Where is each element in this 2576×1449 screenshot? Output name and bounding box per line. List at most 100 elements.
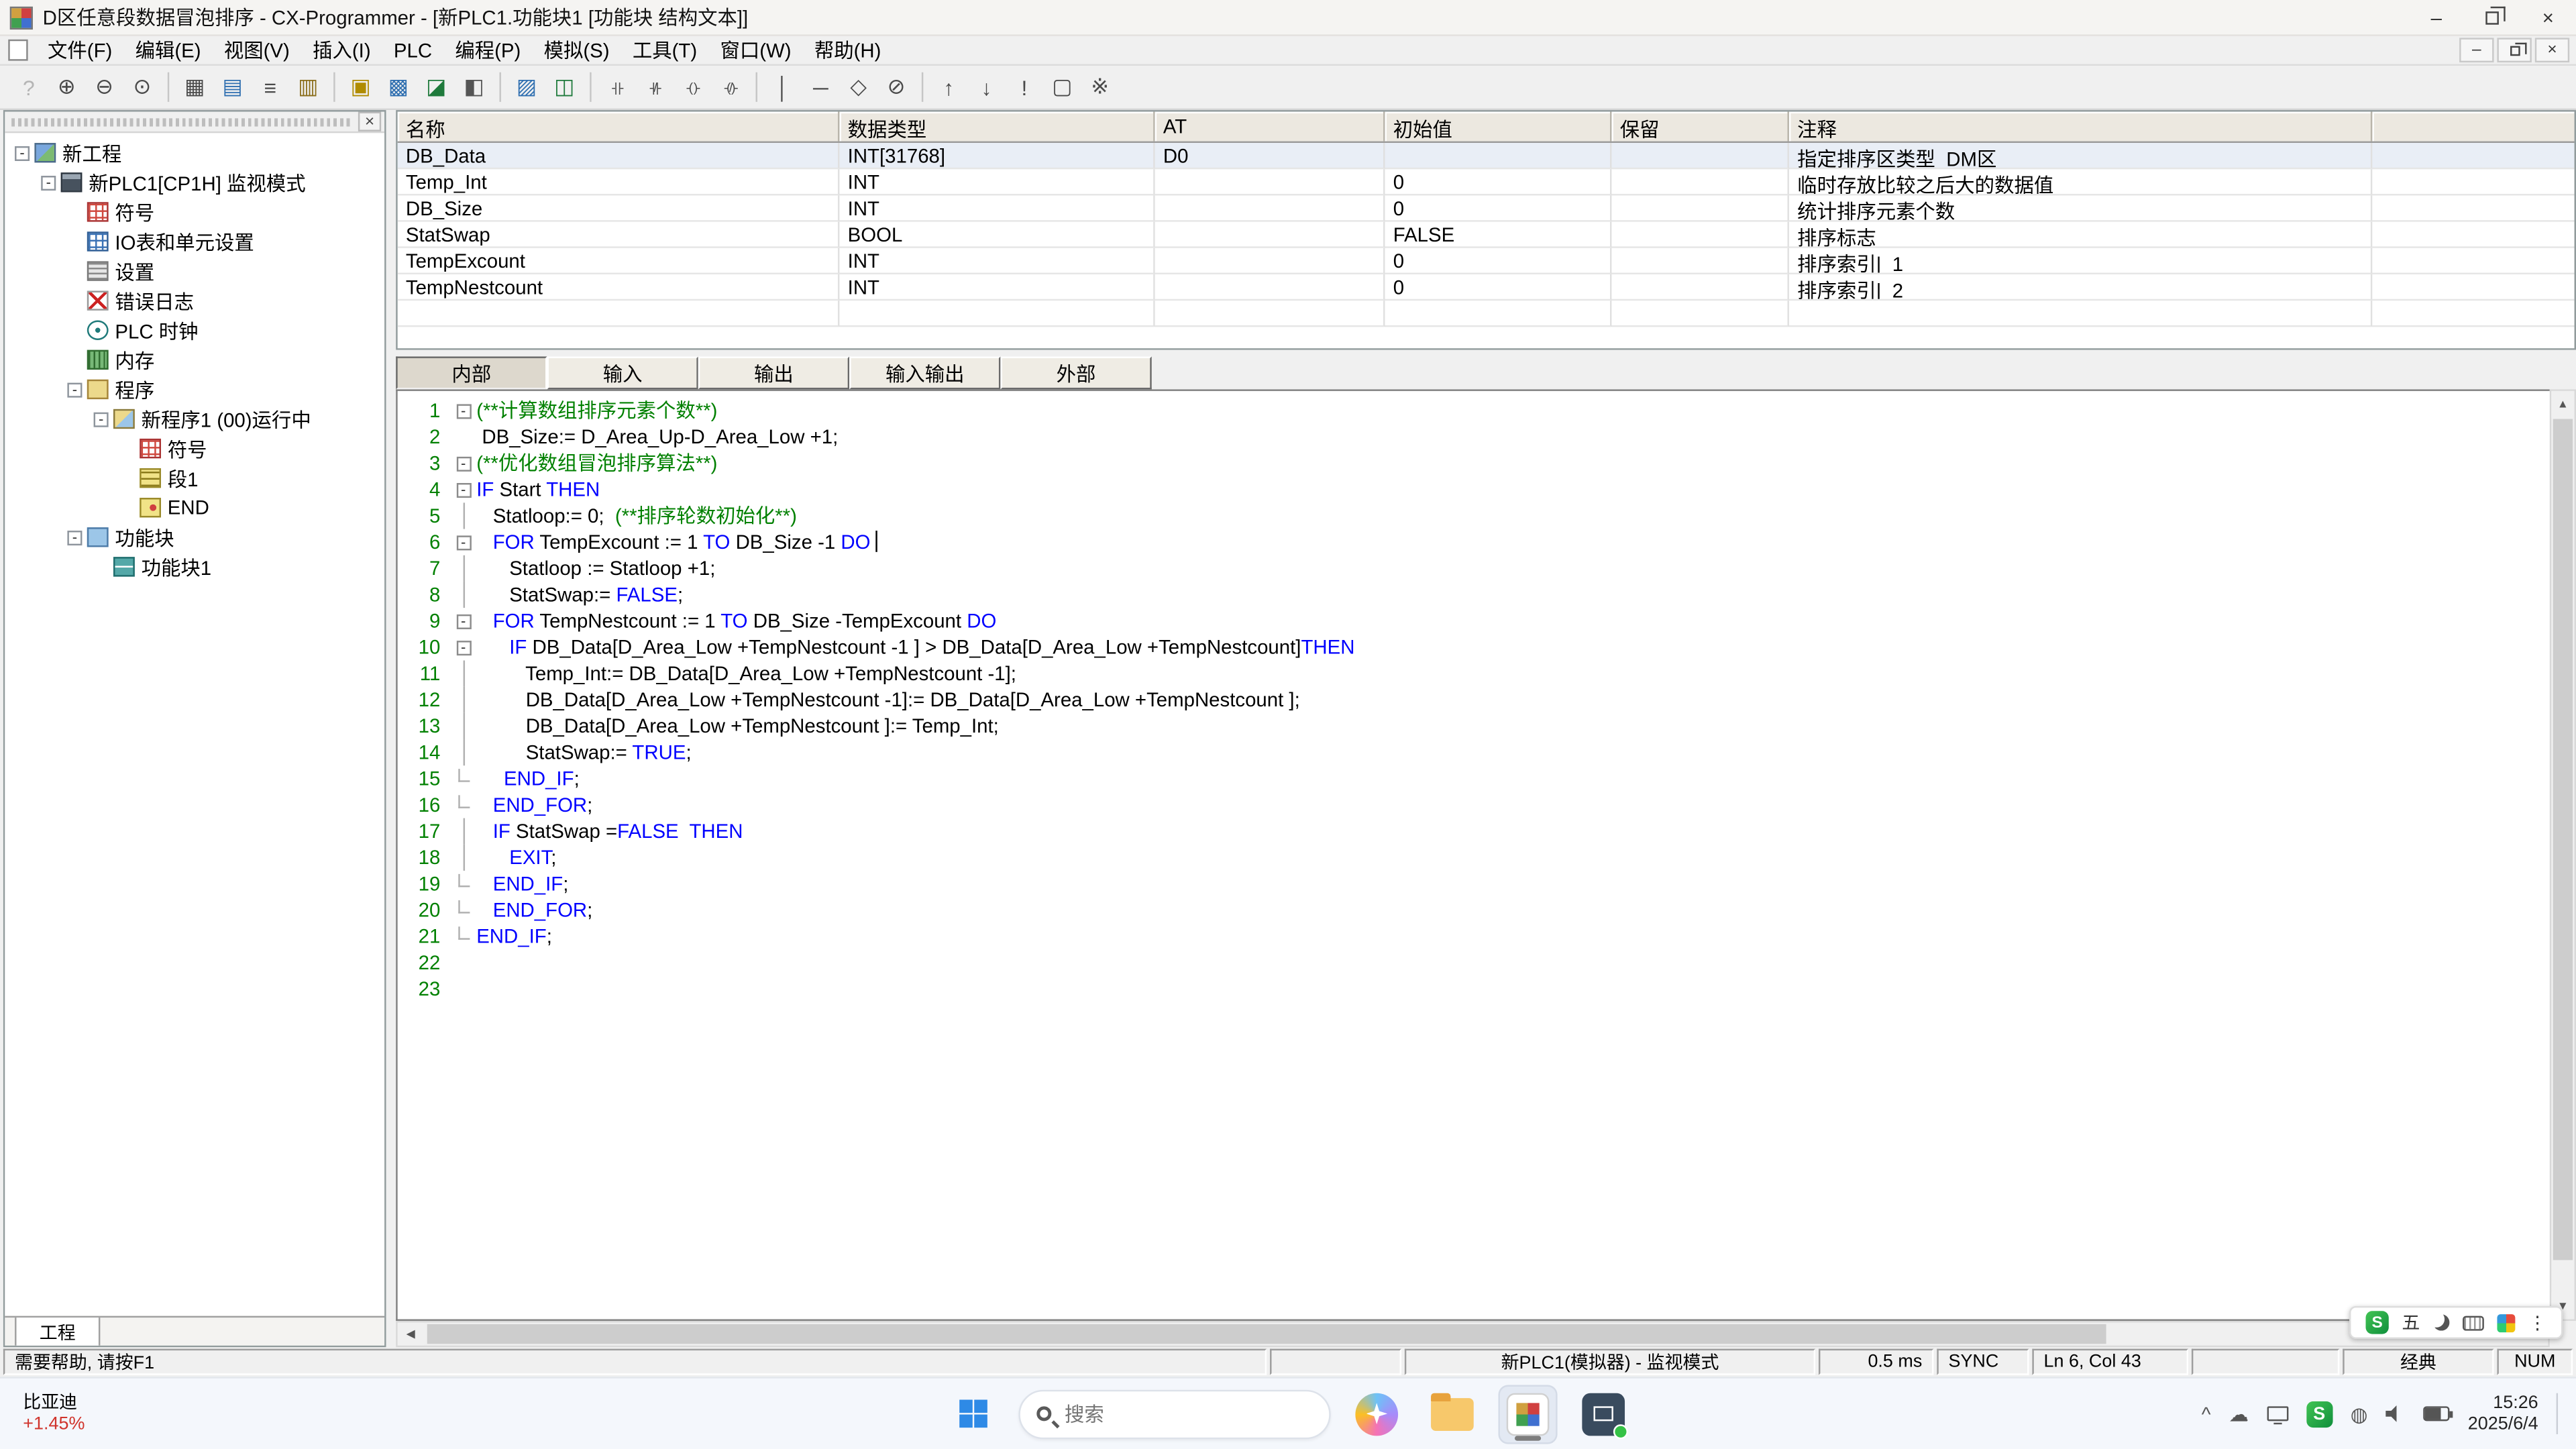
cell[interactable] [1155, 274, 1385, 301]
new-coil-icon[interactable]: -( )- [674, 69, 711, 105]
start-button[interactable] [943, 1384, 1002, 1443]
table-row[interactable]: Temp_IntINT0临时存放比较之后大的数据值 [398, 169, 2575, 195]
taskbar-clock[interactable]: 15:26 2025/6/4 [2468, 1393, 2538, 1436]
cell[interactable]: Temp_Int [398, 169, 840, 195]
fold-collapse-icon[interactable]: - [456, 614, 471, 629]
panel-grip[interactable]: × [5, 112, 384, 133]
tree-item-program1[interactable]: -新程序1 (00)运行中 [5, 404, 384, 433]
code-line-5[interactable]: 5 Statloop:= 0; (**排序轮数初始化**) [398, 502, 2550, 529]
column-header-AT[interactable]: AT [1155, 112, 1385, 142]
vertical-scrollbar[interactable]: ▲ ▼ [2550, 389, 2576, 1321]
code-line-18[interactable]: 18 EXIT; [398, 845, 2550, 871]
fold-collapse-icon[interactable]: - [456, 456, 471, 471]
show-desktop-button[interactable] [2557, 1393, 2563, 1435]
network-globe-icon[interactable]: ◍ [2351, 1402, 2368, 1425]
rung-number-icon[interactable]: ▥ [289, 69, 327, 105]
cell[interactable] [839, 301, 1155, 327]
keyboard-icon[interactable] [2463, 1315, 2484, 1330]
new-horizontal-line-icon[interactable]: ─ [802, 69, 839, 105]
tab-内部[interactable]: 内部 [396, 356, 547, 389]
fold-collapse-icon[interactable]: - [456, 535, 471, 549]
tree-item-end[interactable]: END [5, 493, 384, 523]
scroll-left-icon[interactable]: ◀ [398, 1322, 424, 1345]
expander-icon[interactable]: - [41, 175, 56, 190]
fold-margin[interactable]: - [450, 634, 476, 660]
menu-窗口(W)[interactable]: 窗口(W) [708, 34, 802, 66]
input-mode-wubi-label[interactable]: 五 [2402, 1309, 2420, 1336]
cell[interactable]: INT [839, 274, 1155, 301]
cell[interactable]: 0 [1385, 169, 1611, 195]
fold-collapse-icon[interactable]: - [456, 640, 471, 655]
cell[interactable] [1155, 195, 1385, 221]
cell[interactable]: BOOL [839, 222, 1155, 248]
cell[interactable] [1611, 143, 1788, 169]
cell[interactable] [398, 301, 840, 327]
cell[interactable] [1611, 169, 1788, 195]
more-options-icon[interactable]: ⋮ [2528, 1312, 2546, 1334]
cell[interactable] [1155, 248, 1385, 274]
cell[interactable]: DB_Data [398, 143, 840, 169]
fb-invocation-icon[interactable]: ▢ [1043, 69, 1081, 105]
tree-item-project[interactable]: -新工程 [5, 138, 384, 168]
code-line-7[interactable]: 7 Statloop := Statloop +1; [398, 555, 2550, 582]
tree-item-symbols[interactable]: 符号 [5, 197, 384, 227]
menu-PLC[interactable]: PLC [382, 37, 443, 63]
tab-输入[interactable]: 输入 [547, 356, 698, 389]
menu-帮助(H)[interactable]: 帮助(H) [803, 34, 893, 66]
menu-文件(F)[interactable]: 文件(F) [36, 34, 124, 66]
scroll-up-icon[interactable]: ▲ [2551, 391, 2574, 417]
cx-programmer-taskbar-button[interactable] [1498, 1384, 1557, 1443]
code-line-16[interactable]: 16 END_FOR; [398, 792, 2550, 818]
code-line-3[interactable]: 3-(**优化数组冒泡排序算法**) [398, 450, 2550, 476]
tree-item-memory[interactable]: 内存 [5, 345, 384, 374]
horizontal-scroll-track[interactable] [424, 1322, 2522, 1345]
column-header-初始值[interactable]: 初始值 [1385, 112, 1611, 142]
menu-编程(P)[interactable]: 编程(P) [443, 34, 532, 66]
tree-item-function-blocks[interactable]: -功能块 [5, 523, 384, 552]
cell[interactable]: INT [839, 169, 1155, 195]
menu-编辑(E)[interactable]: 编辑(E) [123, 34, 212, 66]
online-edit-icon[interactable]: ◫ [545, 69, 583, 105]
taskbar-search[interactable] [1018, 1389, 1330, 1438]
watch-window-icon[interactable]: ◧ [455, 69, 492, 105]
ladder-editor-icon[interactable]: ▣ [341, 69, 379, 105]
cell[interactable] [1611, 195, 1788, 221]
tree-item-plc-clock[interactable]: PLC 时钟 [5, 315, 384, 345]
code-line-22[interactable]: 22 [398, 950, 2550, 976]
immediate-refresh-icon[interactable]: ! [1006, 69, 1043, 105]
fold-margin[interactable]: - [450, 398, 476, 424]
copilot-button[interactable] [1347, 1384, 1406, 1443]
toolbox-icon[interactable] [2497, 1313, 2515, 1332]
cell[interactable]: 排序索引|_2 [1789, 274, 2372, 301]
code-line-20[interactable]: 20 END_FOR; [398, 897, 2550, 923]
code-line-12[interactable]: 12 DB_Data[D_Area_Low +TempNestcount -1]… [398, 687, 2550, 713]
cell[interactable]: 排序索引|_1 [1789, 248, 2372, 274]
code-line-11[interactable]: 11 Temp_Int:= DB_Data[D_Area_Low +TempNe… [398, 660, 2550, 686]
falling-edge-icon[interactable]: ↓ [967, 69, 1005, 105]
cell[interactable]: StatSwap [398, 222, 840, 248]
table-row[interactable]: TempNestcountINT0排序索引|_2 [398, 274, 2575, 301]
night-mode-icon[interactable] [2433, 1314, 2449, 1330]
column-header-数据类型[interactable]: 数据类型 [839, 112, 1155, 142]
cell[interactable] [1789, 301, 2372, 327]
tray-chevron-icon[interactable]: ^ [2202, 1402, 2211, 1425]
code-line-9[interactable]: 9- FOR TempNestcount := 1 TO DB_Size -Te… [398, 608, 2550, 634]
context-help-icon[interactable]: ? [10, 69, 48, 105]
cell[interactable]: D0 [1155, 143, 1385, 169]
menu-视图(V)[interactable]: 视图(V) [213, 34, 301, 66]
tab-外部[interactable]: 外部 [1000, 356, 1151, 389]
symbol-table-icon[interactable]: ▤ [213, 69, 251, 105]
code-line-17[interactable]: 17 IF StatSwap =FALSE THEN [398, 818, 2550, 845]
child-restore-button[interactable] [2497, 38, 2531, 62]
vertical-scroll-thumb[interactable] [2553, 419, 2573, 1259]
volume-icon[interactable] [2385, 1404, 2405, 1424]
zoom-in-icon[interactable]: ⊕ [48, 69, 85, 105]
cell[interactable]: 统计排序元素个数 [1789, 195, 2372, 221]
panel-close-button[interactable]: × [358, 112, 381, 131]
expander-icon[interactable]: - [67, 530, 82, 545]
cell[interactable]: 指定排序区类型_DM区 [1789, 143, 2372, 169]
cell[interactable] [1385, 143, 1611, 169]
new-closed-contact-icon[interactable]: -|/|- [636, 69, 674, 105]
section-list-icon[interactable]: ≡ [252, 69, 289, 105]
cell[interactable] [1611, 222, 1788, 248]
